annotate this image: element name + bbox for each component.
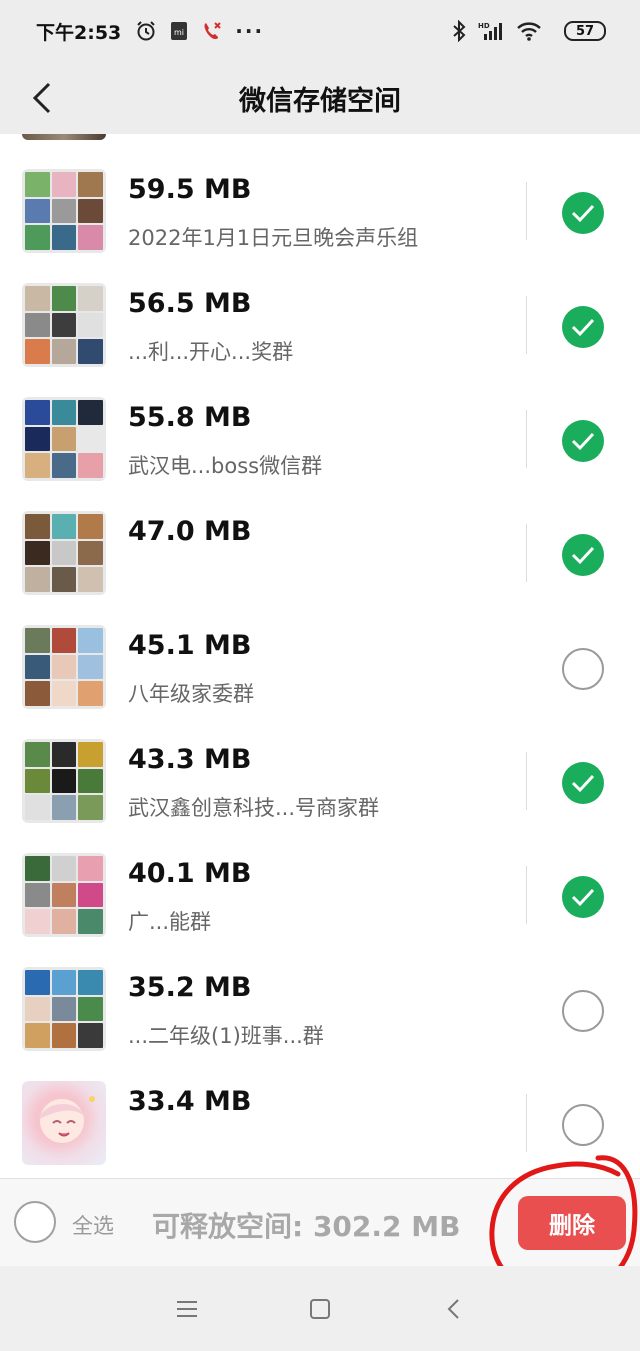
select-all-label[interactable]: 全选 xyxy=(72,1210,114,1240)
list-item[interactable]: 59.5 MB 2022年1月1日元旦晚会声乐组 xyxy=(0,134,640,253)
status-bar: 下午2:53 mi ··· HD 57 xyxy=(0,0,640,62)
checkmark-icon xyxy=(571,888,595,907)
divider xyxy=(526,866,527,924)
item-checkbox[interactable] xyxy=(562,876,604,918)
list-item[interactable]: 33.4 MB xyxy=(0,1046,640,1165)
item-checkbox[interactable] xyxy=(562,1104,604,1146)
list-item[interactable]: 43.3 MB 武汉鑫创意科技...号商家群 xyxy=(0,704,640,823)
menu-button[interactable] xyxy=(163,1285,211,1333)
page-title: 微信存储空间 xyxy=(239,85,401,117)
checkmark-icon xyxy=(571,204,595,223)
checkmark-icon xyxy=(571,432,595,451)
home-button[interactable] xyxy=(296,1285,344,1333)
item-checkbox[interactable] xyxy=(562,762,604,804)
status-time: 下午2:53 xyxy=(36,21,122,44)
status-right: HD 57 xyxy=(452,20,606,42)
wifi-icon xyxy=(516,20,542,42)
battery-icon: 57 xyxy=(564,21,606,41)
item-checkbox[interactable] xyxy=(562,420,604,462)
item-checkbox[interactable] xyxy=(562,534,604,576)
back-button[interactable] xyxy=(18,74,66,122)
item-size: 56.5 MB xyxy=(128,288,252,319)
hd-signal-icon: HD xyxy=(478,20,504,42)
mi-app-icon: mi xyxy=(169,20,189,42)
item-size: 59.5 MB xyxy=(128,174,252,205)
free-space-summary: 可释放空间: 302.2 MB xyxy=(152,1210,461,1243)
back-chevron-icon xyxy=(32,82,51,114)
more-notifications: ··· xyxy=(235,19,265,43)
item-size: 55.8 MB xyxy=(128,402,252,433)
select-all-checkbox[interactable] xyxy=(14,1201,56,1243)
system-nav-bar xyxy=(0,1266,640,1351)
divider xyxy=(526,524,527,582)
checkmark-icon xyxy=(571,318,595,337)
item-checkbox[interactable] xyxy=(562,192,604,234)
divider xyxy=(526,1094,527,1152)
missed-call-icon xyxy=(201,20,223,42)
checkmark-icon xyxy=(571,774,595,793)
status-left: 下午2:53 mi ··· xyxy=(36,18,264,45)
svg-text:mi: mi xyxy=(174,28,184,37)
item-size: 35.2 MB xyxy=(128,972,252,1003)
item-size: 40.1 MB xyxy=(128,858,252,889)
list-item[interactable]: 55.8 MB 武汉电...boss微信群 xyxy=(0,362,640,481)
menu-icon xyxy=(176,1300,197,1317)
action-bar: 全选 可释放空间: 302.2 MB 删除 xyxy=(0,1178,640,1266)
item-size: 47.0 MB xyxy=(128,516,252,547)
checkmark-icon xyxy=(571,546,595,565)
back-triangle-icon xyxy=(447,1298,460,1319)
list-item[interactable]: 40.1 MB 广...能群 xyxy=(0,818,640,937)
item-size: 33.4 MB xyxy=(128,1086,252,1117)
group-avatar xyxy=(22,967,106,1051)
list-item[interactable]: 45.1 MB 八年级家委群 xyxy=(0,590,640,709)
item-size: 45.1 MB xyxy=(128,630,252,661)
delete-button[interactable]: 删除 xyxy=(518,1196,626,1250)
item-checkbox[interactable] xyxy=(562,990,604,1032)
divider xyxy=(526,296,527,354)
divider xyxy=(526,752,527,810)
alarm-icon xyxy=(135,20,157,42)
group-avatar xyxy=(22,511,106,595)
group-avatar xyxy=(22,397,106,481)
group-avatar xyxy=(22,1081,106,1165)
chat-storage-list[interactable]: 59.5 MB 2022年1月1日元旦晚会声乐组 56.5 MB ...利...… xyxy=(0,134,640,1178)
svg-text:HD: HD xyxy=(478,22,490,30)
group-avatar xyxy=(22,169,106,253)
title-bar: 微信存储空间 xyxy=(0,62,640,134)
list-item[interactable]: 56.5 MB ...利...开心...奖群 xyxy=(0,248,640,367)
item-size: 43.3 MB xyxy=(128,744,252,775)
item-checkbox[interactable] xyxy=(562,306,604,348)
bluetooth-icon xyxy=(452,20,466,42)
group-avatar xyxy=(22,283,106,367)
group-avatar xyxy=(22,625,106,709)
list-item[interactable]: 35.2 MB ...二年级(1)班事...群 xyxy=(0,932,640,1051)
divider xyxy=(526,182,527,240)
group-avatar xyxy=(22,853,106,937)
home-square-icon xyxy=(309,1298,330,1319)
item-checkbox[interactable] xyxy=(562,648,604,690)
group-avatar xyxy=(22,739,106,823)
list-item[interactable]: 47.0 MB xyxy=(0,476,640,595)
divider xyxy=(526,410,527,468)
nav-back-button[interactable] xyxy=(429,1285,477,1333)
